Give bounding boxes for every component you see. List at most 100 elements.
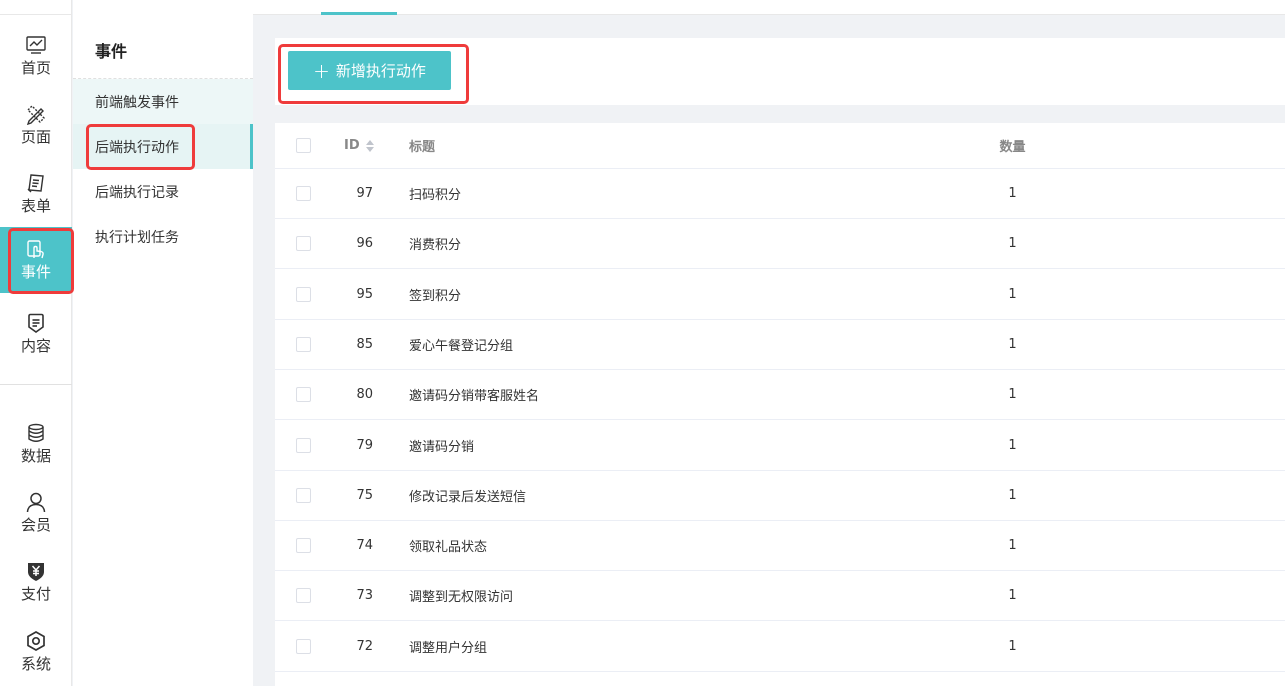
table-row[interactable]: 97 扫码积分 1 [275, 169, 1285, 219]
rail-item-label: 页面 [20, 128, 51, 146]
row-id: 73 [356, 588, 373, 604]
row-quantity: 1 [1008, 638, 1017, 654]
active-tab-indicator [321, 12, 397, 15]
rail-item-members[interactable]: 会员 [0, 479, 72, 547]
rail-item-label: 首页 [20, 59, 51, 77]
rail-item-form[interactable]: 表单 [0, 160, 72, 228]
table-row[interactable]: 74 领取礼品状态 1 [275, 521, 1285, 572]
row-id: 95 [356, 286, 373, 302]
user-icon [26, 492, 46, 513]
table-row[interactable]: 85 爱心午餐登记分组 1 [275, 320, 1285, 370]
row-title: 调整到无权限访问 [409, 590, 514, 606]
subnav-item-scheduled-tasks[interactable]: 执行计划任务 [73, 214, 253, 259]
row-title: 消费积分 [409, 238, 462, 254]
rail-item-data[interactable]: 数据 [0, 410, 72, 478]
row-title: 领取礼品状态 [409, 540, 488, 556]
table-row[interactable]: 80 邀请码分销带客服姓名 1 [275, 370, 1285, 421]
app: 首页 页面 表单 事件 内容 数据 会员 支付 系统 事件 前端触发事件 后端执… [0, 0, 1285, 686]
rail-item-label: 会员 [20, 516, 51, 534]
subnav-item-label: 执行计划任务 [95, 229, 179, 246]
rail-top-divider [0, 14, 72, 15]
subnav-item-label: 后端执行记录 [95, 184, 179, 201]
yen-shield-icon [28, 563, 44, 581]
row-id: 85 [356, 336, 373, 352]
rail-divider [0, 384, 72, 385]
main-rail: 首页 页面 表单 事件 内容 数据 会员 支付 系统 [0, 0, 72, 686]
actions-table: ID 标题 数量 97 扫码积分 1 96 消费积分 1 95 签到积分 1 85 爱心午餐登记分组… [275, 123, 1285, 686]
row-checkbox[interactable] [296, 437, 311, 453]
row-checkbox[interactable] [296, 588, 311, 604]
row-quantity: 1 [1008, 588, 1017, 604]
select-all-checkbox[interactable] [296, 138, 311, 153]
sub-nav: 事件 前端触发事件 后端执行动作 后端执行记录 执行计划任务 [73, 0, 253, 686]
row-quantity: 1 [1008, 538, 1017, 554]
rail-item-home[interactable]: 首页 [0, 22, 72, 90]
table-header-row: ID 标题 数量 [275, 123, 1285, 169]
row-checkbox[interactable] [296, 387, 311, 403]
add-action-button[interactable]: + 新增执行动作 [288, 51, 451, 90]
settings-hex-icon [27, 631, 45, 651]
row-checkbox[interactable] [296, 236, 311, 252]
table-row[interactable]: 75 修改记录后发送短信 1 [275, 471, 1285, 521]
row-quantity: 1 [1008, 236, 1017, 252]
table-row[interactable]: 73 调整到无权限访问 1 [275, 571, 1285, 622]
row-checkbox[interactable] [296, 538, 311, 554]
row-title: 邀请码分销带客服姓名 [409, 389, 540, 405]
toolbar: + 新增执行动作 [275, 38, 1285, 105]
rail-item-label: 内容 [20, 337, 51, 355]
rail-item-page[interactable]: 页面 [0, 91, 72, 159]
rail-item-payment[interactable]: 支付 [0, 548, 72, 616]
row-checkbox[interactable] [296, 336, 311, 352]
sort-icon[interactable] [365, 139, 374, 152]
row-quantity: 1 [1008, 336, 1017, 352]
rail-item-content[interactable]: 内容 [0, 300, 72, 368]
column-header-id-label: ID [344, 138, 360, 153]
plus-icon: + [313, 58, 330, 83]
row-id: 75 [356, 487, 373, 503]
home-chart-icon [26, 36, 46, 54]
rail-item-label: 支付 [20, 585, 51, 603]
row-id: 97 [356, 186, 373, 201]
row-quantity: 1 [1008, 437, 1017, 453]
row-quantity: 1 [1008, 286, 1017, 302]
row-quantity: 1 [1008, 487, 1017, 503]
row-quantity: 1 [1008, 186, 1017, 201]
rail-item-system[interactable]: 系统 [0, 618, 72, 686]
table-row[interactable]: 79 邀请码分销 1 [275, 421, 1285, 471]
row-checkbox[interactable] [296, 487, 311, 503]
rail-item-label: 系统 [20, 655, 51, 673]
database-icon [28, 423, 44, 442]
subnav-item-backend-actions[interactable]: 后端执行动作 [73, 124, 253, 169]
row-quantity: 1 [1008, 387, 1017, 403]
row-title: 签到积分 [409, 288, 462, 304]
row-id: 96 [356, 236, 373, 252]
column-header-quantity: 数量 [999, 140, 1026, 155]
row-title: 调整用户分组 [409, 640, 488, 656]
row-title: 爱心午餐登记分组 [409, 338, 514, 354]
table-row[interactable]: 72 调整用户分组 1 [275, 622, 1285, 672]
rail-item-label: 数据 [20, 447, 51, 465]
row-title: 修改记录后发送短信 [409, 489, 527, 505]
subnav-item-backend-records[interactable]: 后端执行记录 [73, 169, 253, 214]
pencil-ruler-icon [26, 105, 45, 125]
row-checkbox[interactable] [296, 286, 311, 302]
table-row[interactable]: 96 消费积分 1 [275, 219, 1285, 270]
touch-event-icon [27, 240, 44, 259]
row-id: 72 [356, 638, 373, 654]
top-bar [253, 0, 1285, 15]
row-checkbox[interactable] [296, 186, 311, 201]
row-checkbox[interactable] [296, 638, 311, 654]
table-row[interactable]: 95 签到积分 1 [275, 270, 1285, 320]
row-id: 74 [356, 538, 373, 554]
rail-item-events[interactable]: 事件 [0, 227, 72, 293]
subnav-title: 事件 [95, 42, 128, 61]
column-header-id[interactable]: ID [344, 123, 404, 168]
row-title: 扫码积分 [409, 188, 462, 203]
content-shield-icon [28, 313, 44, 333]
rail-item-label: 事件 [20, 263, 51, 281]
row-id: 79 [356, 437, 373, 453]
row-title: 邀请码分销 [409, 439, 475, 455]
subnav-item-label: 后端执行动作 [95, 139, 179, 156]
subnav-item-frontend-events[interactable]: 前端触发事件 [73, 79, 253, 124]
form-doc-icon [27, 174, 44, 193]
